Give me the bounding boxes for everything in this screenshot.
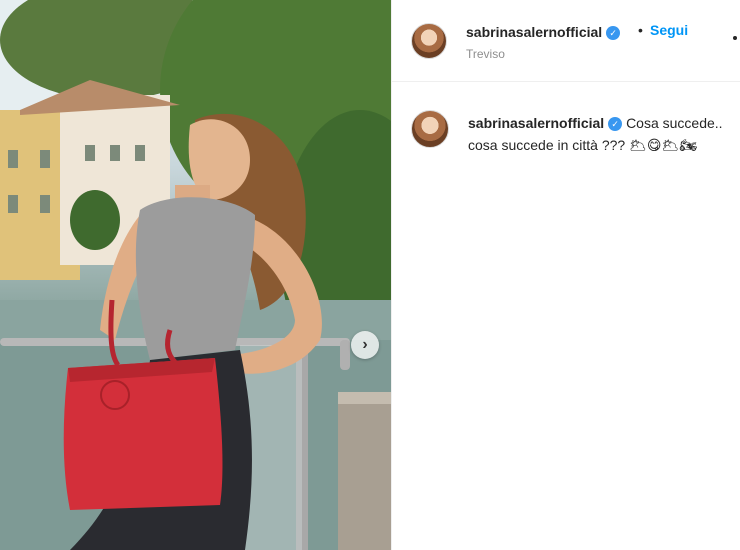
more-options-icon[interactable] (733, 36, 737, 40)
caption-username[interactable]: sabrinasalernofficial (468, 115, 604, 131)
verified-badge-icon: ✓ (606, 26, 621, 40)
separator-dot: • (638, 22, 643, 38)
post-sidebar: sabrinasalernofficial ✓ • Segui Treviso s… (392, 0, 740, 550)
next-image-button[interactable]: › (351, 331, 379, 359)
post-photo (0, 0, 391, 550)
caption-text-1: Cosa succede.. (626, 115, 723, 131)
verified-badge-icon: ✓ (608, 117, 623, 131)
post-caption: sabrinasalernofficial ✓ Cosa succede.. co… (468, 112, 740, 156)
author-avatar[interactable] (411, 23, 447, 59)
caption-text-2: cosa succede in città ??? 🌥😋🌥🏍 (468, 137, 698, 153)
follow-button[interactable]: Segui (650, 22, 688, 38)
post-image[interactable]: › (0, 0, 391, 550)
post-location[interactable]: Treviso (466, 47, 505, 61)
caption-line-1: sabrinasalernofficial ✓ Cosa succede.. (468, 112, 740, 134)
chevron-right-icon: › (362, 336, 368, 353)
caption-author-avatar[interactable] (411, 110, 449, 148)
post-header: sabrinasalernofficial ✓ • Segui Treviso (392, 0, 740, 82)
author-username-text[interactable]: sabrinasalernofficial (466, 24, 602, 40)
author-username[interactable]: sabrinasalernofficial ✓ (466, 24, 621, 40)
